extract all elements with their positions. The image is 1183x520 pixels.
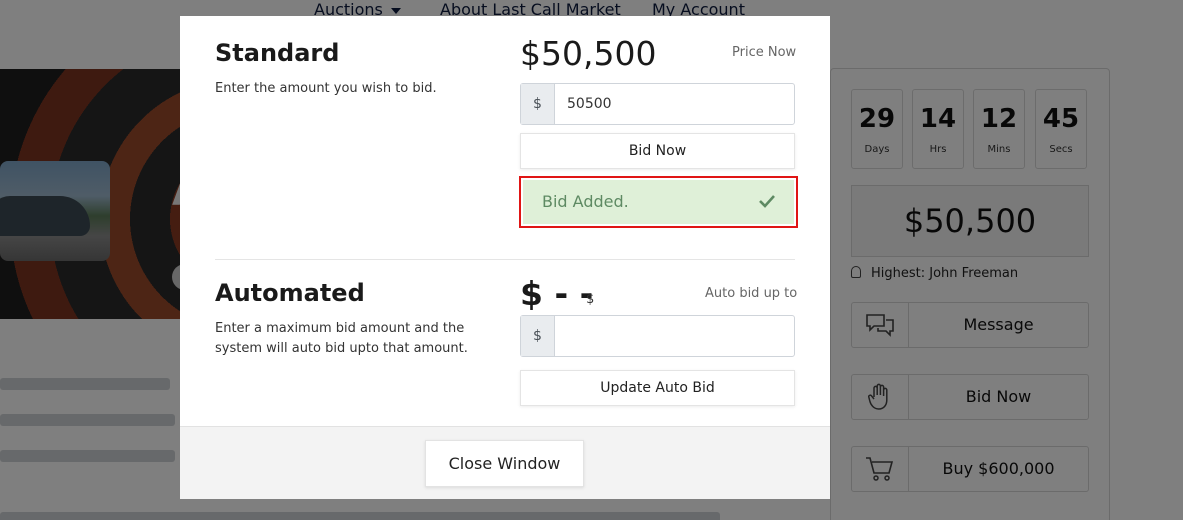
automated-description-line2: system will auto bid upto that amount. [215, 341, 468, 356]
auto-bid-input-group: $ [520, 315, 795, 357]
standard-bid-input-group: $ [520, 83, 795, 125]
automated-description-line1: Enter a maximum bid amount and the [215, 321, 465, 336]
modal-bid-now-button[interactable]: Bid Now [520, 133, 795, 169]
currency-prefix: $ [521, 84, 555, 124]
standard-description: Enter the amount you wish to bid. [215, 81, 437, 96]
modal-footer: Close Window [180, 426, 830, 499]
close-window-button[interactable]: Close Window [425, 440, 584, 487]
standard-price: $50,500 [520, 34, 657, 73]
update-auto-bid-button[interactable]: Update Auto Bid [520, 370, 795, 406]
automated-price-suffix: $ [586, 292, 595, 307]
standard-bid-input[interactable] [555, 84, 794, 124]
bid-added-alert-body: Bid Added. [523, 180, 794, 224]
automated-price: $ - - [520, 274, 594, 313]
currency-prefix: $ [521, 316, 555, 356]
standard-title: Standard [215, 39, 340, 67]
automated-title: Automated [215, 279, 365, 307]
bid-added-alert: Bid Added. [519, 176, 798, 228]
price-now-label: Price Now [732, 45, 797, 60]
auto-bid-up-to-label: Auto bid up to [705, 286, 798, 301]
check-icon [758, 193, 776, 213]
bid-added-message: Bid Added. [542, 192, 629, 211]
auto-bid-input[interactable] [555, 316, 794, 356]
bid-modal: Standard Enter the amount you wish to bi… [180, 16, 830, 499]
section-divider [215, 259, 795, 260]
